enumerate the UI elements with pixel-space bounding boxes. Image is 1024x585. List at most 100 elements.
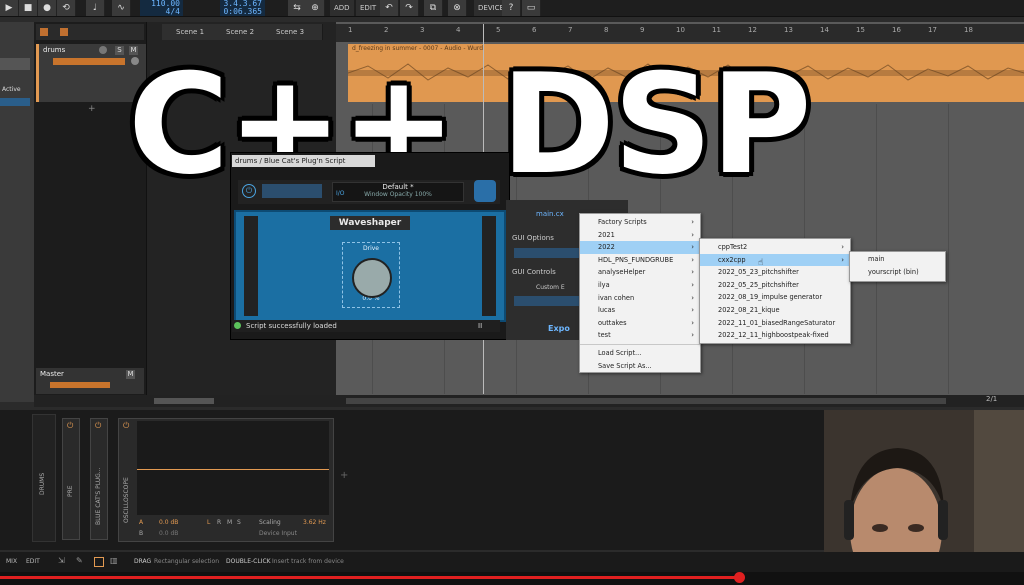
bluecat-device[interactable]: ⏻ BLUE CAT'S PLUG... xyxy=(90,418,108,540)
pause-button[interactable]: II xyxy=(478,320,482,332)
menu-item-script[interactable]: 2022_08_19_impulse generator xyxy=(700,291,850,304)
add-button[interactable]: ADD xyxy=(330,0,354,16)
scaling-value[interactable]: 3.62 Hz xyxy=(303,519,326,526)
arranger-scroll-thumb[interactable] xyxy=(346,398,946,404)
menu-item-2021[interactable]: 2021 › xyxy=(580,229,700,242)
status-ok-icon xyxy=(234,322,241,329)
copy-icon[interactable]: ⧉ xyxy=(424,0,443,16)
device-panel-toggle[interactable] xyxy=(94,557,104,567)
progress-scrubber[interactable] xyxy=(734,572,745,583)
edit-tab[interactable]: EDIT xyxy=(26,558,40,565)
device-input-selector[interactable]: Device Input xyxy=(259,530,297,537)
lr-l[interactable]: L xyxy=(207,519,210,526)
menu-item-hdl-pns[interactable]: HDL_PNS_FUNDGRUBE › xyxy=(580,254,700,267)
menu-item-script[interactable]: 2022_11_01_biasedRangeSaturator xyxy=(700,317,850,330)
menu-item-script[interactable]: 2022_12_11_highboostpeak-fixed xyxy=(700,329,850,342)
master-mute-button[interactable]: M xyxy=(126,370,135,379)
menu-item-script[interactable]: 2022_05_23_pitchshifter xyxy=(700,266,850,279)
master-volume-slider[interactable] xyxy=(50,382,110,388)
redo-icon[interactable]: ↷ xyxy=(400,0,419,16)
lr-s[interactable]: S xyxy=(237,519,241,526)
track-volume-slider[interactable] xyxy=(53,58,125,65)
layout-icon[interactable]: ▭ xyxy=(522,0,541,16)
loop-icon[interactable]: ⟲ xyxy=(57,0,76,16)
export-button[interactable]: Expo xyxy=(548,324,570,333)
load-script-item[interactable]: Load Script... xyxy=(580,347,700,360)
ruler-tick: 4 xyxy=(456,26,461,34)
menu-item-main[interactable]: main xyxy=(850,253,945,266)
plugin-window-title[interactable]: drums / Blue Cat's Plug'n Script xyxy=(232,155,375,167)
submenu-arrow-icon: › xyxy=(691,268,694,277)
add-device-icon[interactable]: + xyxy=(340,470,348,481)
record-icon[interactable]: ● xyxy=(38,0,57,16)
menu-item-cxx2cpp[interactable]: cxx2cpp › xyxy=(700,253,850,267)
edit-button[interactable]: EDIT xyxy=(356,0,381,16)
scroll-thumb[interactable] xyxy=(154,398,214,404)
menu-item-factory-scripts[interactable]: Factory Scripts › xyxy=(580,216,700,229)
channel-b-label: B xyxy=(139,530,144,537)
solo-button[interactable]: S xyxy=(115,46,124,55)
record-arm-icon[interactable] xyxy=(99,46,107,54)
delete-icon[interactable]: ⊗ xyxy=(448,0,467,16)
menu-item-ilya[interactable]: ilya › xyxy=(580,279,700,292)
punch-icon[interactable]: ⇆ xyxy=(288,0,307,16)
track-master[interactable]: Master M xyxy=(36,368,144,394)
power-icon[interactable]: ⏻ xyxy=(242,184,256,198)
drive-knob[interactable] xyxy=(352,258,392,298)
preset-selector[interactable]: Default * Window Opacity 100% xyxy=(332,182,464,202)
power-icon[interactable]: ⏻ xyxy=(123,421,129,431)
add-track-icon[interactable]: + xyxy=(88,104,96,114)
menu-item-2022[interactable]: 2022 › xyxy=(580,241,700,254)
grid-icon[interactable]: ▥ xyxy=(110,556,118,565)
plugin-tools[interactable] xyxy=(262,184,322,198)
menu-item-script[interactable]: 2022_05_25_pitchshifter xyxy=(700,279,850,292)
menu-item-analyse-helper[interactable]: analyseHelper › xyxy=(580,266,700,279)
script-menu: Factory Scripts › 2021 › 2022 › HDL_PNS_FUN… xyxy=(579,213,701,373)
position-display[interactable]: 3.4.3.67 0:06.365 xyxy=(220,0,265,16)
scene-3[interactable]: Scene 3 xyxy=(262,24,323,40)
channel-a-db[interactable]: 0.0 dB xyxy=(159,519,178,526)
play-button[interactable]: ▶ xyxy=(0,0,19,16)
power-icon[interactable]: ⏻ xyxy=(67,421,73,431)
automation-icon[interactable]: ∿ xyxy=(112,0,131,16)
active-label: Active xyxy=(2,86,21,93)
timeline-ruler[interactable]: 1 2 3 4 5 6 7 8 9 10 11 12 13 14 15 16 1… xyxy=(336,24,1024,42)
menu-item-cpptest2[interactable]: cppTest2 › xyxy=(700,241,850,254)
menu-item-script[interactable]: 2022_08_21_kique xyxy=(700,304,850,317)
ruler-tick: 3 xyxy=(420,26,425,34)
blue-cat-logo xyxy=(474,180,496,202)
menu-item-lucas[interactable]: lucas › xyxy=(580,304,700,317)
channel-a-label: A xyxy=(139,519,144,526)
help-icon[interactable]: ? xyxy=(502,0,521,16)
pre-device[interactable]: ⏻ PRE xyxy=(62,418,80,540)
inspector-field[interactable] xyxy=(0,58,30,70)
tempo-display[interactable]: 110.00 4/4 xyxy=(140,0,183,16)
channel-b-db[interactable]: 0.0 dB xyxy=(159,530,178,537)
menu-item-test[interactable]: test › xyxy=(580,329,700,342)
pin-icon[interactable]: ⇲ xyxy=(58,556,65,565)
horizontal-scrollbar[interactable]: 2/1 xyxy=(34,395,1024,407)
undo-icon[interactable]: ↶ xyxy=(380,0,399,16)
io-button[interactable]: I/O xyxy=(336,190,345,197)
track-list-icon[interactable] xyxy=(40,28,48,36)
metronome-icon[interactable]: ♩ xyxy=(86,0,105,16)
drums-device-chain[interactable]: DRUMS xyxy=(32,414,56,542)
gui-controls-icons[interactable] xyxy=(514,296,584,306)
lr-m[interactable]: M xyxy=(227,519,232,526)
save-script-as-item[interactable]: Save Script As... xyxy=(580,360,700,373)
menu-item-ivan-cohen[interactable]: ivan cohen › xyxy=(580,292,700,305)
active-toggle[interactable] xyxy=(0,98,30,106)
oscilloscope-device[interactable]: ⏻ OSCILLOSCOPE A 0.0 dB B 0.0 dB L R M S… xyxy=(118,418,334,542)
mix-tab[interactable]: MIX xyxy=(6,558,17,565)
power-icon[interactable]: ⏻ xyxy=(95,421,101,431)
menu-item-yourscript-bin[interactable]: yourscript (bin) xyxy=(850,266,945,279)
video-progress-bar[interactable] xyxy=(0,572,1024,585)
track-grid-icon[interactable] xyxy=(60,28,68,36)
submenu-arrow-icon: › xyxy=(691,230,694,239)
lr-r[interactable]: R xyxy=(217,519,221,526)
stop-icon[interactable]: ■ xyxy=(19,0,38,16)
gui-options-icons[interactable] xyxy=(514,248,584,258)
pencil-icon[interactable]: ✎ xyxy=(76,556,83,565)
menu-item-outtakes[interactable]: outtakes › xyxy=(580,317,700,330)
overdub-icon[interactable]: ⊕ xyxy=(306,0,325,16)
